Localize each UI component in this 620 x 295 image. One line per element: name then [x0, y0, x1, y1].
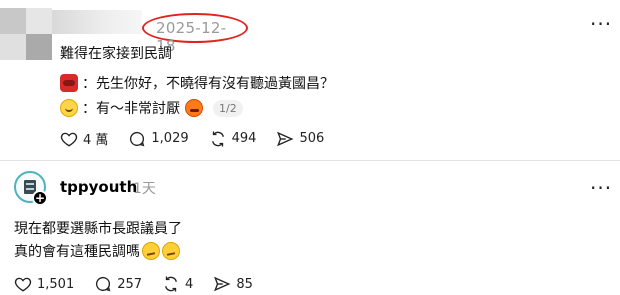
like-count: 1,501: [37, 276, 75, 292]
send-icon: [214, 276, 231, 292]
blurred-username: [52, 10, 142, 34]
dialog-text-2: ：有～非常討厭: [82, 101, 180, 117]
username[interactable]: tppyouth: [60, 178, 137, 196]
comment-count: 257: [117, 276, 143, 292]
comment-button[interactable]: 1,029: [128, 130, 189, 148]
like-count: 4 萬: [83, 133, 109, 148]
telephone-icon: [60, 74, 78, 92]
post-text-line-2: 真的會有這種民調嗎: [14, 241, 180, 261]
repost-icon: [165, 276, 177, 292]
post-text-line-1: 現在都要選縣市長跟議員了: [14, 221, 182, 237]
comment-button[interactable]: 257: [94, 275, 142, 293]
share-button[interactable]: 85: [213, 275, 253, 293]
like-button[interactable]: 1,501: [14, 275, 74, 293]
like-button[interactable]: 4 萬: [60, 129, 108, 148]
more-icon[interactable]: ···: [590, 12, 612, 36]
share-count: 85: [236, 276, 253, 292]
repost-count: 494: [231, 131, 257, 146]
thinking-face-icon: [162, 242, 180, 260]
comment-icon: [130, 131, 145, 146]
share-button[interactable]: 506: [276, 130, 324, 148]
dialog-text-1: ：先生你好，不曉得有沒有聽過黃國昌？: [82, 76, 334, 92]
heart-icon: [60, 132, 78, 147]
follow-plus-icon[interactable]: +: [32, 190, 48, 206]
more-icon[interactable]: ···: [590, 176, 612, 200]
date-highlight: 2025-12-18: [142, 13, 248, 55]
repost-button[interactable]: 4: [162, 275, 193, 293]
dialog-line-2: ：有～非常討厭 1/2: [60, 98, 243, 118]
comment-icon: [96, 276, 111, 292]
dialog-line-1: ：先生你好，不曉得有沒有聽過黃國昌？: [60, 73, 334, 93]
repost-button[interactable]: 494: [209, 130, 257, 148]
send-icon: [277, 131, 294, 146]
post-age: 1天: [133, 181, 156, 197]
comment-count: 1,029: [151, 131, 189, 146]
post-text: 難得在家接到民調: [60, 46, 172, 62]
image-pager[interactable]: 1/2: [213, 99, 243, 117]
heart-icon: [14, 277, 32, 292]
action-bar: 4 萬 1,029 494 506: [60, 129, 344, 148]
angry-face-icon: [185, 99, 203, 117]
action-bar: 1,501 257 4 85: [14, 275, 273, 293]
repost-count: 4: [185, 276, 194, 292]
post-text-line-2-text: 真的會有這種民調嗎: [14, 244, 140, 260]
thinking-face-icon: [142, 242, 160, 260]
post-divider: [0, 160, 620, 161]
repost-icon: [211, 131, 224, 146]
share-count: 506: [299, 131, 325, 146]
blurred-avatar[interactable]: [0, 8, 52, 60]
smile-icon: [60, 99, 78, 117]
